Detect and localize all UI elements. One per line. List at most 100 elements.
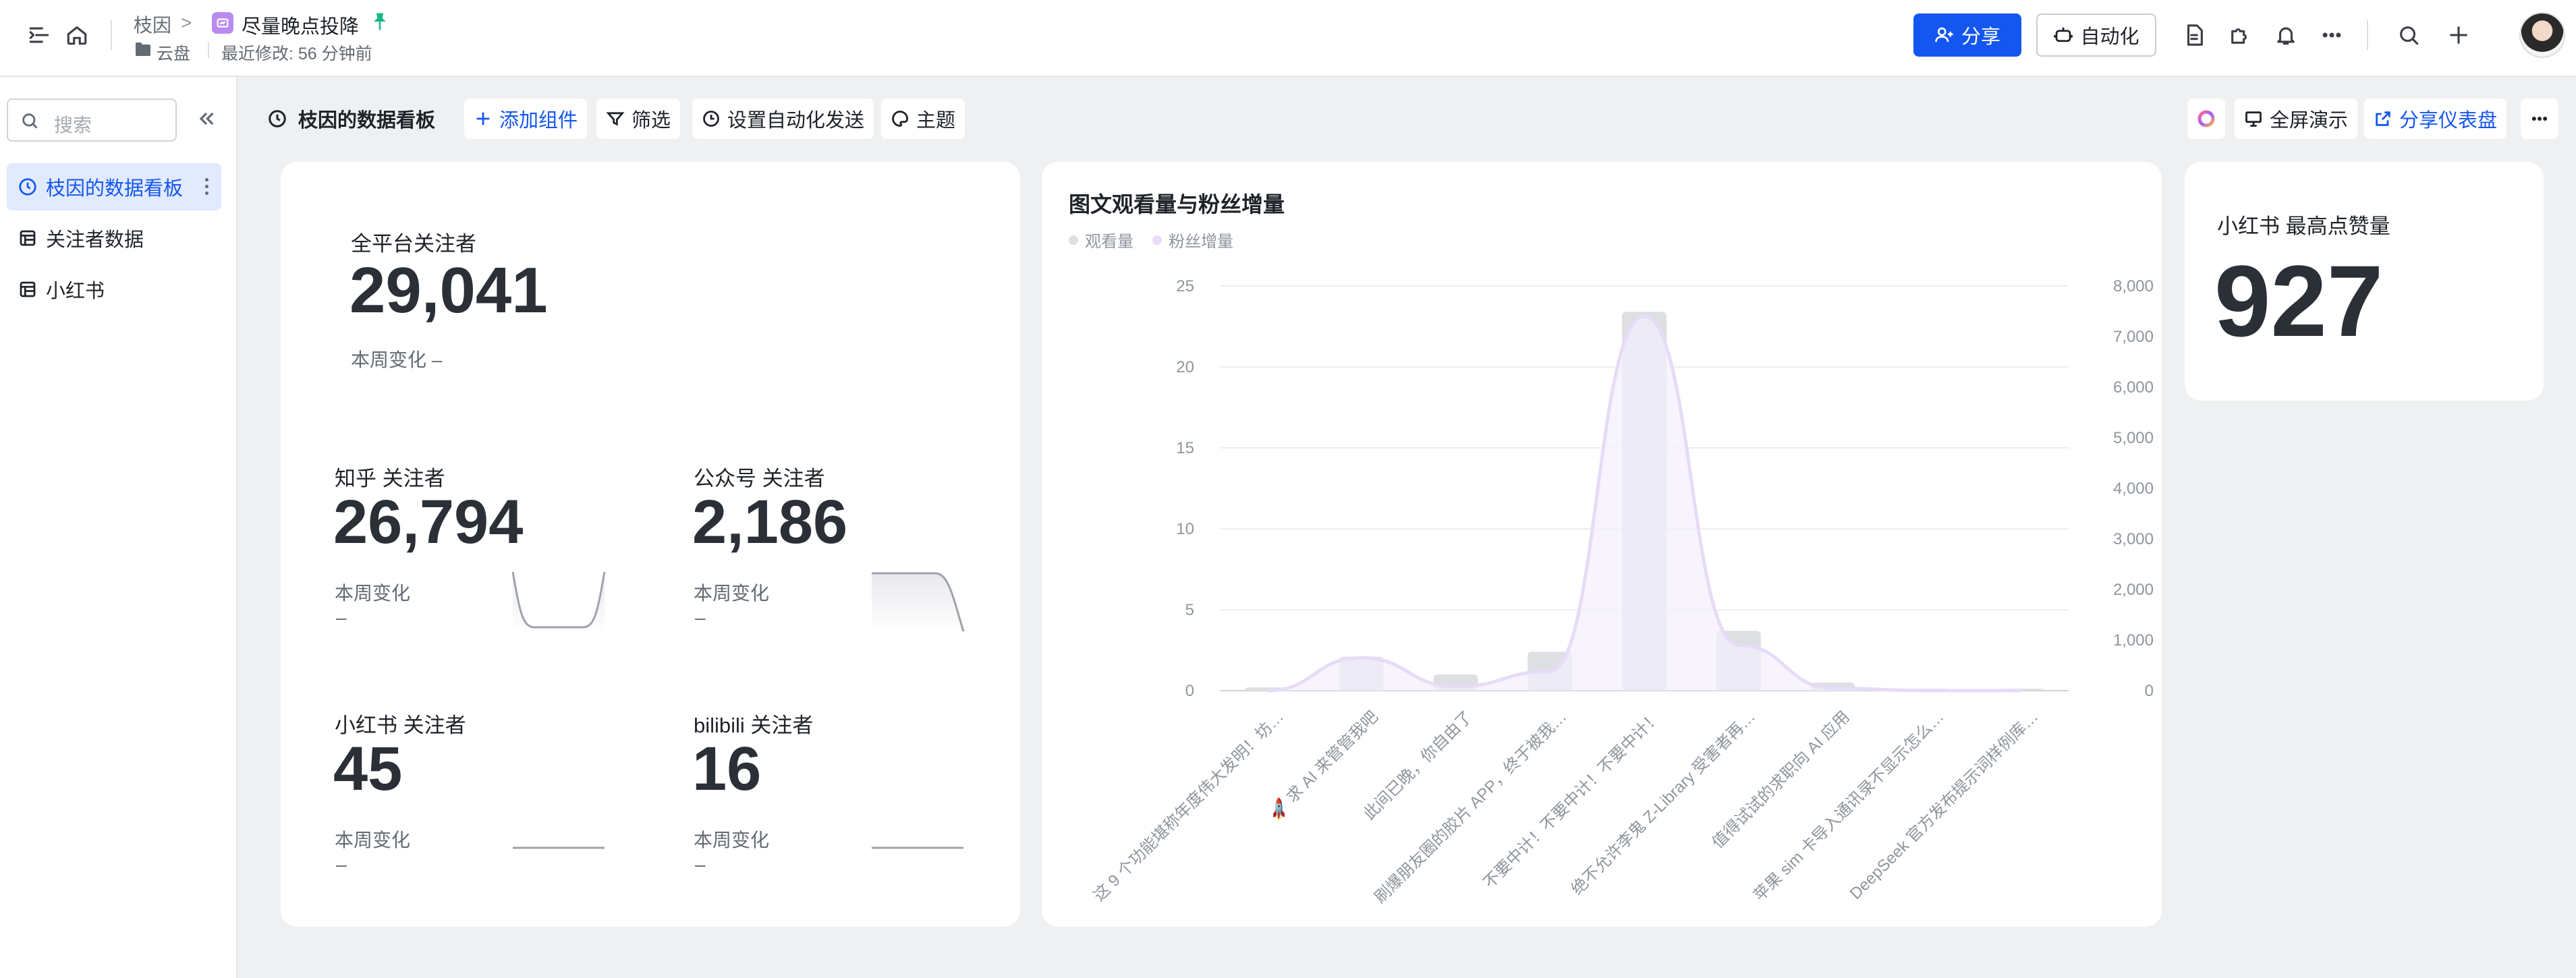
bilibili-change-label: 本周变化 — [694, 830, 770, 851]
more-icon[interactable] — [2318, 22, 2345, 49]
y-right-tick-label: 6,000 — [2113, 378, 2154, 397]
x-tick-label: 刷爆朋友圈的胶片 APP，终于被我… — [1371, 708, 1570, 907]
y-right-tick-label: 8,000 — [2113, 277, 2154, 295]
y-right-tick-label: 5,000 — [2113, 429, 2154, 447]
sidebar-item-label: 枝因的数据看板 — [46, 178, 184, 200]
auto-send-label: 设置自动化发送 — [727, 110, 865, 132]
xhs-max-likes-card[interactable]: 小红书 最高点赞量 927 — [2185, 162, 2544, 401]
total-followers-value: 29,041 — [349, 254, 548, 326]
doc-info-icon[interactable] — [2181, 22, 2208, 49]
sidebar-item-xiaohongshu[interactable]: 小红书 — [7, 266, 221, 313]
dashboard-icon — [269, 110, 286, 127]
share-dashboard-button[interactable]: 分享仪表盘 — [2364, 98, 2507, 139]
followers-card[interactable]: 全平台关注者 29,041 本周变化 – 知乎 关注者 26,794 本周变化 … — [281, 162, 1020, 927]
avatar[interactable] — [2519, 12, 2565, 58]
xhs-max-likes-value: 927 — [2214, 244, 2384, 357]
dashboard-title: 枝因的数据看板 — [267, 105, 435, 132]
last-modified: 最近修改: 56 分钟前 — [221, 45, 372, 63]
add-user-icon — [1935, 27, 1953, 42]
more-icon — [2531, 116, 2548, 121]
zhihu-sparkline — [511, 571, 606, 633]
line-area — [1266, 316, 2022, 691]
plus-icon[interactable] — [2445, 22, 2472, 49]
automation-button[interactable]: 自动化 — [2036, 13, 2156, 57]
more-button[interactable] — [2521, 98, 2558, 139]
chart-card[interactable]: 图文观看量与粉丝增量 观看量 粉丝增量 0 5 10 15 20 25 0 1,000 2,00… — [1042, 162, 2162, 927]
xhs-change-value: – — [336, 854, 347, 875]
more-vertical-icon[interactable] — [205, 178, 209, 196]
bilibili-followers-value: 16 — [692, 735, 762, 803]
share-label: 分享 — [1961, 26, 2000, 48]
y-left-tick-label: 25 — [1176, 277, 1194, 295]
auto-send-button[interactable]: 设置自动化发送 — [692, 98, 874, 139]
dashboard-title-label: 枝因的数据看板 — [298, 110, 436, 132]
theme-label: 主题 — [916, 110, 956, 132]
ai-ring-icon — [2197, 110, 2215, 127]
home-icon[interactable] — [63, 22, 90, 49]
dual-axis-chart: 0 5 10 15 20 25 0 1,000 2,000 3,000 4,000 5,000 6,00… — [1090, 277, 2154, 907]
sidebar: 搜索 枝因的数据看板 关注者数据 小红书 — [0, 77, 237, 978]
pin-icon[interactable] — [370, 11, 391, 34]
search-input[interactable]: 搜索 — [7, 98, 177, 142]
bilibili-change-value: – — [695, 854, 706, 875]
sidebar-item-dashboard[interactable]: 枝因的数据看板 — [7, 163, 221, 210]
fullscreen-button[interactable]: 全屏演示 — [2235, 98, 2358, 139]
automation-label: 自动化 — [2080, 26, 2139, 48]
add-component-button[interactable]: 添加组件 — [464, 98, 588, 139]
zhihu-change-value: – — [336, 607, 347, 628]
zhihu-followers-value: 26,794 — [333, 488, 524, 556]
doc-title[interactable]: 尽量晚点投降 — [242, 11, 359, 39]
doc-location[interactable]: 云盘 — [157, 40, 190, 65]
xhs-followers-value: 45 — [333, 735, 403, 803]
sidebar-item-label: 关注者数据 — [46, 229, 144, 251]
y-left-tick-label: 0 — [1185, 682, 1194, 700]
clock-send-icon — [703, 111, 719, 127]
bell-icon[interactable] — [2272, 22, 2299, 49]
theme-button[interactable]: 主题 — [881, 98, 965, 139]
wechat-followers-value: 2,186 — [692, 488, 848, 556]
x-tick-label: 不要中计！不要中计！不要中计！ — [1480, 708, 1665, 892]
y-right-tick-label: 0 — [2145, 682, 2154, 700]
collapse-sidebar-icon[interactable] — [196, 108, 219, 131]
y-left-tick-label: 15 — [1176, 439, 1194, 457]
plugin-icon[interactable] — [2227, 22, 2253, 49]
sidebar-item-follower-data[interactable]: 关注者数据 — [7, 214, 221, 262]
total-followers-label: 全平台关注者 — [351, 232, 476, 256]
share-button[interactable]: 分享 — [1913, 13, 2021, 57]
search-placeholder: 搜索 — [54, 115, 92, 136]
breadcrumb-separator: > — [181, 12, 192, 33]
sidebar-item-label: 小红书 — [46, 281, 105, 302]
presentation-icon — [2245, 111, 2262, 127]
table-icon — [20, 281, 36, 297]
table-icon — [20, 230, 36, 246]
add-component-label: 添加组件 — [499, 110, 578, 132]
search-icon[interactable] — [2395, 22, 2422, 49]
y-right-tick-label: 3,000 — [2113, 530, 2154, 548]
total-change-label: 本周变化 – — [351, 349, 443, 370]
y-left-tick-label: 20 — [1176, 358, 1194, 376]
y-right-tick-label: 4,000 — [2113, 480, 2154, 498]
plus-icon — [476, 112, 490, 125]
share-dashboard-label: 分享仪表盘 — [2399, 110, 2498, 132]
folder-icon — [135, 42, 151, 57]
ai-assistant-button[interactable] — [2187, 98, 2225, 139]
sidebar-toggle-icon[interactable] — [26, 22, 53, 49]
filter-label: 筛选 — [632, 110, 671, 132]
y-left-tick-label: 10 — [1176, 520, 1194, 538]
divider — [208, 42, 209, 58]
share-icon — [2376, 111, 2390, 126]
y-right-tick-label: 2,000 — [2113, 581, 2154, 599]
dashboard-doc-icon — [212, 12, 233, 34]
bilibili-sparkline — [872, 846, 963, 849]
filter-icon — [606, 112, 625, 126]
robot-icon — [2054, 27, 2073, 42]
filter-button[interactable]: 筛选 — [596, 98, 681, 139]
breadcrumb-root[interactable]: 枝因 — [134, 11, 171, 38]
fullscreen-label: 全屏演示 — [2270, 110, 2349, 132]
x-tick-label: 绝不允许李鬼 Z-Library 受害者再… — [1568, 708, 1759, 898]
top-bar: 枝因 > 尽量晚点投降 云盘 最近修改: 56 分钟前 分享 自动化 — [0, 0, 2576, 77]
zhihu-change-label: 本周变化 — [335, 583, 411, 604]
search-icon — [22, 113, 38, 129]
x-tick-label: 这 9 个功能堪称年度伟大发明！坊… — [1090, 708, 1288, 905]
y-right-tick-label: 7,000 — [2113, 328, 2154, 346]
